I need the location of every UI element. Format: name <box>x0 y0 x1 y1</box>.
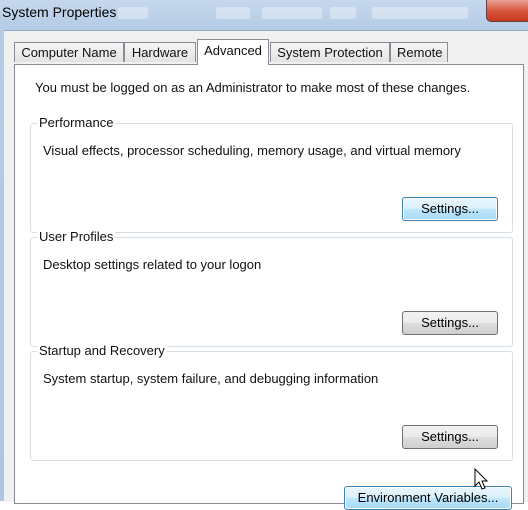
tab-advanced[interactable]: Advanced <box>197 39 269 65</box>
startup-recovery-group: Startup and Recovery System startup, sys… <box>30 343 513 461</box>
user-profiles-settings-button[interactable]: Settings... <box>402 311 498 335</box>
background-glass-blur <box>330 7 356 19</box>
background-glass-blur <box>118 7 148 19</box>
tab-system-protection[interactable]: System Protection <box>270 42 390 62</box>
startup-recovery-description: System startup, system failure, and debu… <box>43 371 379 386</box>
mouse-pointer-icon <box>474 468 489 490</box>
performance-group-title: Performance <box>37 115 116 130</box>
tab-computer-name[interactable]: Computer Name <box>14 42 124 62</box>
startup-recovery-settings-button[interactable]: Settings... <box>402 425 498 449</box>
user-profiles-group: User Profiles Desktop settings related t… <box>30 229 513 347</box>
user-profiles-description: Desktop settings related to your logon <box>43 257 262 272</box>
tab-strip: Computer Name Hardware Advanced System P… <box>14 39 528 65</box>
performance-description: Visual effects, processor scheduling, me… <box>43 143 461 158</box>
close-button[interactable] <box>486 0 528 22</box>
performance-settings-button[interactable]: Settings... <box>402 197 498 221</box>
tab-remote[interactable]: Remote <box>390 42 448 62</box>
background-glass-blur <box>262 7 322 19</box>
user-profiles-group-title: User Profiles <box>37 229 116 244</box>
background-glass-blur <box>216 7 250 19</box>
title-bar[interactable]: System Properties <box>0 0 528 30</box>
background-glass-blur <box>372 7 468 19</box>
advanced-tab-panel: You must be logged on as an Administrato… <box>14 64 524 510</box>
performance-group: Performance Visual effects, processor sc… <box>30 115 513 233</box>
system-properties-window: System Properties Computer Name Hardware… <box>0 0 528 510</box>
admin-notice: You must be logged on as an Administrato… <box>35 80 471 95</box>
startup-recovery-group-title: Startup and Recovery <box>37 343 167 358</box>
window-title: System Properties <box>2 4 117 20</box>
dialog-body: Computer Name Hardware Advanced System P… <box>4 30 528 510</box>
tab-hardware[interactable]: Hardware <box>124 42 196 62</box>
